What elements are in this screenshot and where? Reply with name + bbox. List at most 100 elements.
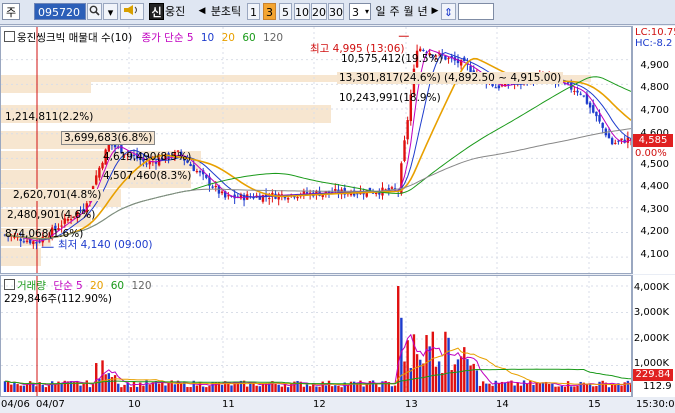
extra-input[interactable] xyxy=(458,3,494,20)
volume-bar xyxy=(374,384,378,392)
market-select[interactable]: 주 xyxy=(2,3,20,20)
candle-body xyxy=(227,195,230,197)
volume-info: 229,846주(112.90%) xyxy=(4,293,112,305)
volume-bar xyxy=(107,373,111,392)
candle-body xyxy=(573,90,576,92)
dropdown-chevron-icon[interactable]: ▾ xyxy=(103,3,118,20)
candle-body xyxy=(610,138,614,145)
candle-body xyxy=(101,162,104,169)
speaker-icon[interactable] xyxy=(120,3,144,20)
volume-bar xyxy=(82,383,85,392)
volume-bar xyxy=(129,387,133,392)
volume-bar xyxy=(441,372,444,392)
interval-5-button[interactable]: 5 xyxy=(279,3,292,20)
volume-bar xyxy=(554,386,557,392)
next-arrow-icon[interactable]: ▶ xyxy=(430,3,440,20)
time-tick: 10 xyxy=(128,399,141,410)
volume-bar xyxy=(494,380,497,392)
volume-bar xyxy=(308,386,312,392)
volume-bar xyxy=(334,385,337,392)
period-day-button[interactable]: 일 xyxy=(374,3,387,20)
price-tick: 4,200 xyxy=(640,226,669,237)
period-week-button[interactable]: 주 xyxy=(388,3,401,20)
profile-label: 13,301,817(24.6%) (4,892.50 ~ 4,915.00) xyxy=(337,72,564,84)
count-chevron-icon[interactable]: ▾ xyxy=(363,3,371,20)
volume-bar xyxy=(164,385,167,392)
search-icon[interactable] xyxy=(87,3,102,20)
volume-chart-panel[interactable]: 거래량 단순 5 20 60 120 229,846주(112.90%) xyxy=(0,275,632,397)
period-month-button[interactable]: 월 xyxy=(402,3,415,20)
price-ma-120: 120 xyxy=(263,32,284,44)
time-tick: 14 xyxy=(496,399,509,410)
volume-bar xyxy=(274,384,277,392)
volume-bar xyxy=(541,382,545,392)
volume-bar xyxy=(415,354,419,392)
spin-updown-icon[interactable]: ⇕ xyxy=(441,3,456,20)
profile-label: 2,620,701(4.8%) xyxy=(11,189,104,201)
volume-bar xyxy=(485,383,488,392)
interval-1-button[interactable]: 1 xyxy=(247,3,260,20)
interval-20-button[interactable]: 20 xyxy=(311,3,327,20)
volume-bar xyxy=(450,370,453,392)
volume-bar xyxy=(324,385,328,392)
interval-10-button[interactable]: 10 xyxy=(294,3,310,20)
price-ma-20: 20 xyxy=(221,32,235,44)
volume-tick: 2,000K xyxy=(633,333,669,344)
volume-bar xyxy=(406,340,409,392)
volume-bar xyxy=(444,331,447,392)
volume-bar xyxy=(614,384,617,392)
candle-body xyxy=(592,105,595,113)
volume-bar xyxy=(10,384,13,392)
volume-bar xyxy=(13,381,16,392)
price-tick: 4,400 xyxy=(640,181,669,192)
volume-bar xyxy=(365,383,368,392)
interval-type-label[interactable]: 분초틱 xyxy=(207,3,245,20)
new-button[interactable]: 신 xyxy=(149,3,164,20)
volume-tick: 3,000K xyxy=(633,307,669,318)
candle-body xyxy=(198,171,202,173)
candle-body xyxy=(576,90,579,93)
time-tick: 13 xyxy=(405,399,418,410)
volume-bar xyxy=(478,385,482,392)
stock-code-input[interactable]: 095720 xyxy=(34,3,86,20)
volume-bar xyxy=(626,380,630,392)
volume-bar xyxy=(356,383,359,392)
candle-body xyxy=(497,85,501,89)
volume-bar xyxy=(598,381,601,392)
volume-bar xyxy=(148,384,151,392)
volume-bar xyxy=(513,385,516,392)
candle-body xyxy=(406,120,409,140)
volume-bar xyxy=(595,385,598,392)
volume-bar xyxy=(447,337,450,392)
volume-bar xyxy=(456,359,460,392)
volume-bar xyxy=(592,386,595,392)
volume-bar xyxy=(463,347,466,392)
volume-bar xyxy=(419,359,422,392)
interval-3-button[interactable]: 3 xyxy=(263,3,276,20)
volume-bar xyxy=(88,387,92,392)
volume-bar xyxy=(277,384,280,392)
volume-bar xyxy=(28,381,32,392)
prev-arrow-icon[interactable]: ◀ xyxy=(197,3,207,20)
volume-bar xyxy=(123,384,126,392)
price-chart-panel[interactable]: 웅진씽크빅 매물대 수(10) 종가 단순 5 10 20 60 120 10,… xyxy=(0,26,632,274)
volume-bar xyxy=(117,383,120,392)
volume-bar xyxy=(280,386,284,392)
volume-bar xyxy=(104,374,107,392)
interval-30-button[interactable]: 30 xyxy=(328,3,344,20)
price-tick: 4,100 xyxy=(640,249,669,260)
volume-bar xyxy=(516,382,519,392)
volume-bar xyxy=(85,380,88,392)
candle-body xyxy=(22,241,26,243)
volume-bar xyxy=(535,382,538,392)
volume-bar xyxy=(488,383,491,392)
toolbar: 주 095720 ▾ 신 웅진 ◀ 분초틱 1 3 5 10 20 30 3 ▾… xyxy=(0,0,675,25)
candle-body xyxy=(601,122,604,128)
candle-body xyxy=(494,87,497,89)
change-pct-label: 0.00% xyxy=(635,148,667,159)
volume-bar xyxy=(189,387,192,392)
volume-bar xyxy=(173,384,177,392)
volume-bar xyxy=(3,381,7,392)
period-year-button[interactable]: 년 xyxy=(416,3,429,20)
candle-body xyxy=(145,163,148,165)
